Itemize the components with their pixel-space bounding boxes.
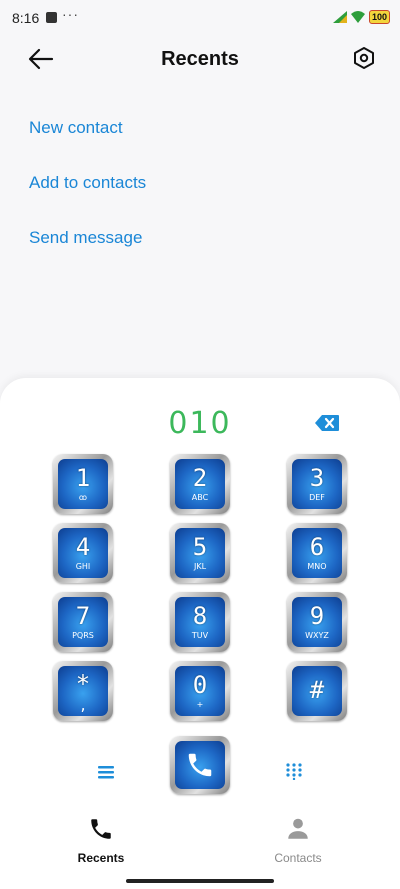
key-digit: 1 — [75, 464, 91, 492]
key-letters: GHI — [75, 562, 91, 571]
dial-key-8[interactable]: 8 TUV — [170, 592, 230, 652]
key-digit: 0 — [192, 671, 208, 699]
home-indicator[interactable] — [126, 879, 274, 883]
status-bar: 8:16 ··· 100 — [0, 0, 400, 36]
dialed-number: 010 — [168, 406, 232, 441]
menu-icon[interactable] — [96, 764, 116, 780]
status-time: 8:16 — [12, 10, 40, 26]
signal-icon — [332, 11, 347, 23]
key-letters: JKL — [193, 562, 207, 571]
key-letters: , — [80, 694, 86, 714]
dial-key-6[interactable]: 6 MNO — [287, 523, 347, 583]
key-digit: 5 — [192, 533, 208, 561]
dial-key-1[interactable]: 1 ꝏ — [53, 454, 113, 514]
key-digit: 6 — [309, 533, 325, 561]
nav-contacts[interactable]: Contacts — [258, 816, 338, 865]
key-digit: 7 — [75, 602, 91, 630]
key-digit: 2 — [192, 464, 208, 492]
dialpad-panel: 010 1 ꝏ 2 ABC 3 DEF 4 GHI 5 JKL 6 MNO 7 … — [0, 378, 400, 889]
phone-icon — [188, 753, 212, 777]
dialpad-icon[interactable] — [285, 762, 303, 780]
phone-icon — [91, 819, 111, 839]
dial-key-hash[interactable]: # — [287, 661, 347, 721]
dial-key-4[interactable]: 4 GHI — [53, 523, 113, 583]
app-header: Recents — [0, 36, 400, 82]
key-letters: ABC — [191, 493, 209, 502]
dial-key-star[interactable]: * , — [53, 661, 113, 721]
battery-icon: 100 — [368, 10, 390, 24]
dial-key-9[interactable]: 9 WXYZ — [287, 592, 347, 652]
key-digit: 3 — [309, 464, 325, 492]
page-title: Recents — [161, 48, 239, 70]
key-letters: PQRS — [72, 631, 94, 640]
dial-key-3[interactable]: 3 DEF — [287, 454, 347, 514]
dial-key-7[interactable]: 7 PQRS — [53, 592, 113, 652]
status-icons: 100 — [332, 10, 390, 24]
key-digit: # — [309, 675, 325, 704]
voicemail-icon: ꝏ — [78, 493, 88, 502]
key-digit: 8 — [192, 602, 208, 630]
dial-key-5[interactable]: 5 JKL — [170, 523, 230, 583]
new-contact-option[interactable]: New contact — [29, 118, 123, 138]
wifi-icon — [350, 11, 365, 23]
key-digit: 4 — [75, 533, 91, 561]
nav-recents[interactable]: Recents — [61, 816, 141, 865]
call-button[interactable] — [170, 736, 230, 794]
settings-icon[interactable] — [352, 46, 376, 70]
key-digit: * — [75, 669, 91, 698]
key-letters: + — [196, 700, 204, 709]
key-letters: DEF — [309, 493, 325, 502]
key-letters: WXYZ — [305, 631, 329, 640]
dial-key-2[interactable]: 2 ABC — [170, 454, 230, 514]
nav-recents-label: Recents — [77, 851, 125, 865]
backspace-icon[interactable] — [314, 414, 340, 432]
add-to-contacts-option[interactable]: Add to contacts — [29, 173, 146, 193]
more-notifications-indicator: ··· — [62, 6, 79, 22]
notification-icon — [46, 12, 57, 23]
nav-contacts-label: Contacts — [274, 851, 322, 865]
key-digit: 9 — [309, 602, 325, 630]
dial-key-0[interactable]: 0 + — [170, 661, 230, 721]
key-letters: MNO — [307, 562, 327, 571]
person-icon — [288, 818, 308, 839]
key-letters: TUV — [191, 631, 209, 640]
send-message-option[interactable]: Send message — [29, 228, 142, 248]
